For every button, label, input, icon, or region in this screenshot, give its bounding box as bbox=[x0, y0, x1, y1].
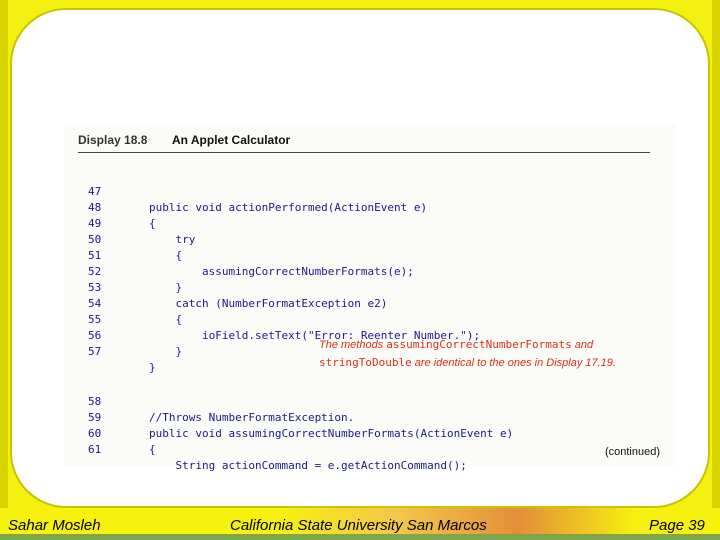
code-line: 53 catch (NumberFormatException e2) bbox=[64, 264, 387, 310]
code-text: public void actionPerformed(ActionEvent … bbox=[149, 201, 428, 214]
line-number: 57 bbox=[88, 345, 102, 358]
code-text: public void assumingCorrectNumberFormats… bbox=[149, 427, 514, 440]
code-line: 50 { bbox=[64, 216, 182, 262]
footer-stripe bbox=[0, 534, 720, 540]
right-border-strip bbox=[712, 0, 720, 540]
code-line: 60 { bbox=[64, 410, 156, 456]
callout-text: The methods bbox=[319, 339, 387, 351]
page-number: 39 bbox=[688, 517, 705, 534]
figure-title: An Applet Calculator bbox=[172, 133, 291, 147]
code-text: assumingCorrectNumberFormats(e); bbox=[149, 265, 414, 278]
code-text: { bbox=[149, 443, 156, 456]
code-line: 47 public void actionPerformed(ActionEve… bbox=[64, 168, 427, 214]
code-text: { bbox=[149, 217, 156, 230]
callout-code: stringToDouble bbox=[319, 356, 412, 369]
code-line: 58 //Throws NumberFormatException. bbox=[64, 378, 354, 424]
figure-number: Display 18.8 bbox=[78, 133, 148, 147]
code-line: 56 } bbox=[64, 312, 182, 358]
callout-text: are identical to the ones in Display 17.… bbox=[411, 357, 616, 369]
footer-author: Sahar Mosleh bbox=[8, 517, 101, 534]
code-text: //Throws NumberFormatException. bbox=[149, 411, 355, 424]
code-line: 52 } bbox=[64, 248, 182, 294]
code-text: { bbox=[149, 313, 183, 326]
callout-text: and bbox=[571, 339, 594, 351]
code-line: 61 String actionCommand = e.getActionCom… bbox=[64, 426, 467, 472]
page-label: Page bbox=[649, 517, 685, 534]
annotation-callout: The methods assumingCorrectNumberFormats… bbox=[319, 336, 659, 372]
code-text: catch (NumberFormatException e2) bbox=[149, 297, 388, 310]
code-line: 54 { bbox=[64, 280, 182, 326]
code-line: 49 try bbox=[64, 200, 195, 246]
code-line: 59 public void assumingCorrectNumberForm… bbox=[64, 394, 513, 440]
footer-page: Page 39 bbox=[649, 517, 705, 534]
code-text: } bbox=[149, 345, 183, 358]
code-line: 51 assumingCorrectNumberFormats(e); bbox=[64, 232, 414, 278]
continued-note: (continued) bbox=[604, 446, 660, 458]
code-line: 55 ioField.setText("Error: Reenter Numbe… bbox=[64, 296, 480, 342]
code-figure: Display 18.8 An Applet Calculator 47 pub… bbox=[64, 124, 676, 472]
code-text: { bbox=[149, 249, 183, 262]
code-text: try bbox=[149, 233, 196, 246]
footer-institution: California State University San Marcos bbox=[230, 517, 487, 534]
callout-code: assumingCorrectNumberFormats bbox=[386, 338, 572, 351]
code-text: String actionCommand = e.getActionComman… bbox=[149, 459, 467, 472]
code-text: } bbox=[149, 281, 183, 294]
code-line: 48 { bbox=[64, 184, 156, 230]
code-line: 57 } bbox=[64, 328, 156, 374]
left-border-strip bbox=[0, 0, 8, 540]
figure-header: Display 18.8 An Applet Calculator bbox=[78, 130, 650, 153]
code-text: } bbox=[149, 361, 156, 374]
line-number: 61 bbox=[88, 443, 102, 456]
slide: Display 18.8 An Applet Calculator 47 pub… bbox=[0, 0, 720, 540]
